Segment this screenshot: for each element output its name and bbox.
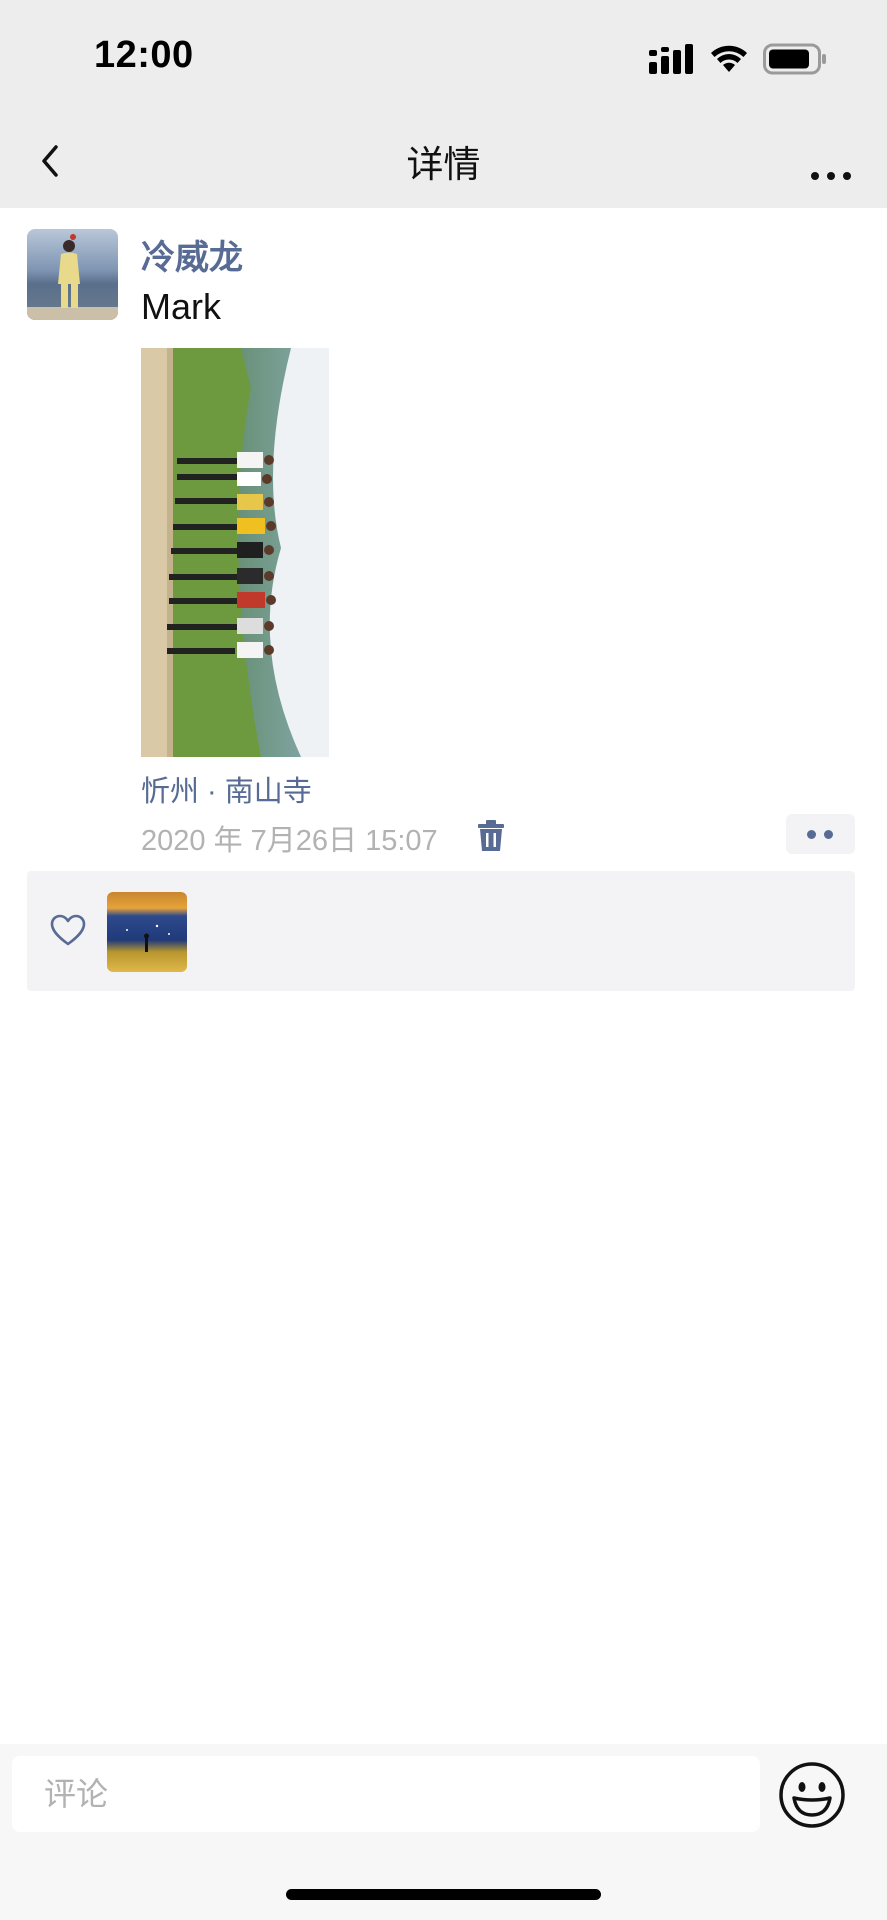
heart-icon (50, 914, 86, 946)
smiley-icon[interactable] (777, 1760, 847, 1830)
author-name[interactable]: 冷威龙 (141, 230, 243, 279)
wifi-icon (711, 45, 747, 72)
post-actions-button[interactable] (786, 814, 855, 854)
home-indicator[interactable] (286, 1889, 601, 1900)
author-avatar[interactable] (27, 229, 118, 320)
navigation-bar: 详情 (0, 118, 887, 208)
status-bar: 12:00 (0, 0, 887, 118)
post-location[interactable]: 忻州 · 南山寺 (141, 768, 312, 810)
battery-icon (763, 43, 826, 75)
page-title: 详情 (406, 144, 481, 185)
comment-input[interactable] (12, 1756, 760, 1832)
cellular-signal-icon (649, 44, 693, 74)
post-photo[interactable] (141, 348, 329, 757)
status-icons (649, 42, 827, 76)
liker-avatar[interactable] (107, 892, 187, 972)
trash-icon[interactable] (476, 820, 506, 852)
more-dots-icon[interactable] (801, 138, 861, 188)
status-time: 12:00 (94, 34, 194, 76)
post-text: Mark (141, 286, 221, 327)
post-timestamp: 2020 年 7月26日 15:07 (141, 825, 438, 857)
likes-section (27, 871, 855, 991)
